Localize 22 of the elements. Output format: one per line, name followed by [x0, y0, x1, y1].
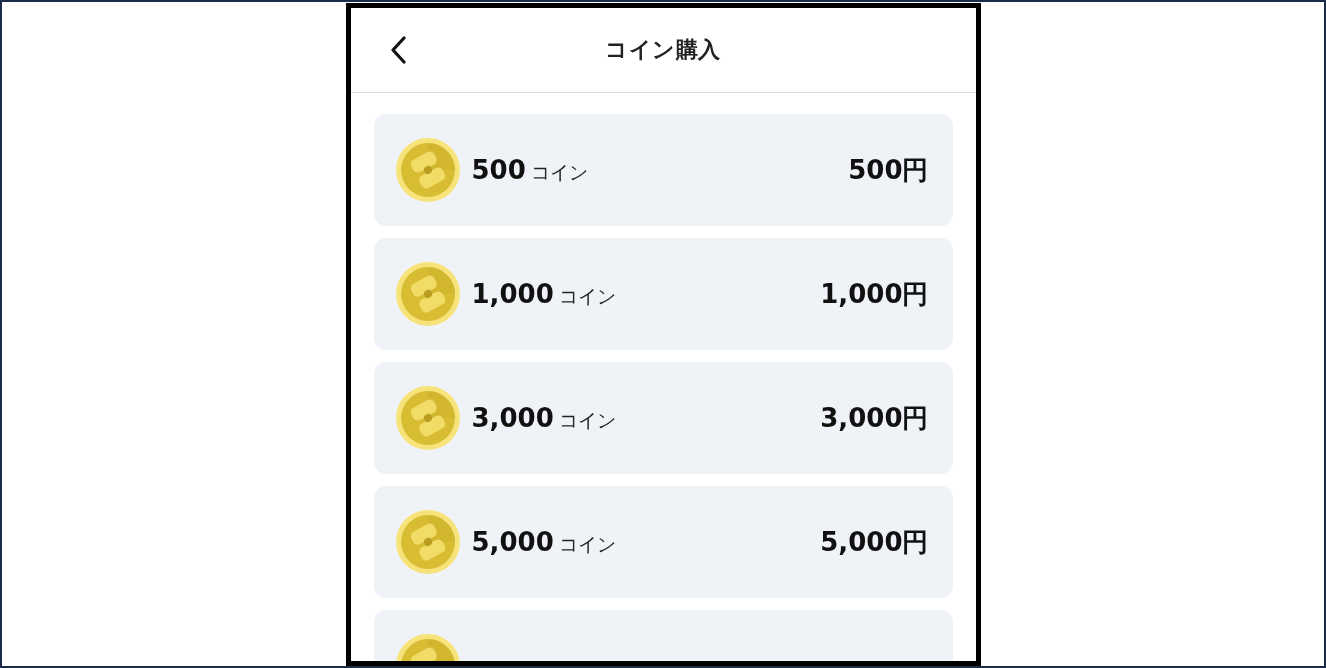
coin-icon [395, 138, 460, 202]
coin-package-card[interactable]: 5,000 コイン 5,000円 [373, 486, 953, 598]
coin-icon [395, 386, 460, 450]
coin-unit: コイン [558, 407, 616, 433]
coin-amount: 3,000 [471, 402, 554, 433]
coin-package-card[interactable]: 500 コイン 500円 [373, 114, 953, 226]
coin-icon [395, 262, 460, 326]
coin-package-card[interactable]: 3,000 コイン 3,000円 [373, 362, 953, 474]
price-label: 3,000円 [820, 401, 929, 435]
page-title: コイン購入 [604, 36, 722, 64]
coin-amount: 1,000 [471, 278, 554, 309]
price-label: 1,000円 [820, 277, 929, 311]
coin-unit: コイン [558, 531, 616, 557]
coin-amount: 500 [471, 154, 526, 185]
coin-icon [395, 510, 460, 574]
coin-package-card[interactable]: 1,000 コイン 1,000円 [373, 238, 953, 350]
price-label: 500円 [848, 153, 929, 187]
chevron-left-icon [389, 36, 406, 64]
coin-unit: コイン [558, 283, 616, 309]
coin-unit: コイン [530, 159, 588, 185]
price-label: 5,000円 [820, 525, 929, 559]
coin-amount: 5,000 [471, 526, 554, 557]
